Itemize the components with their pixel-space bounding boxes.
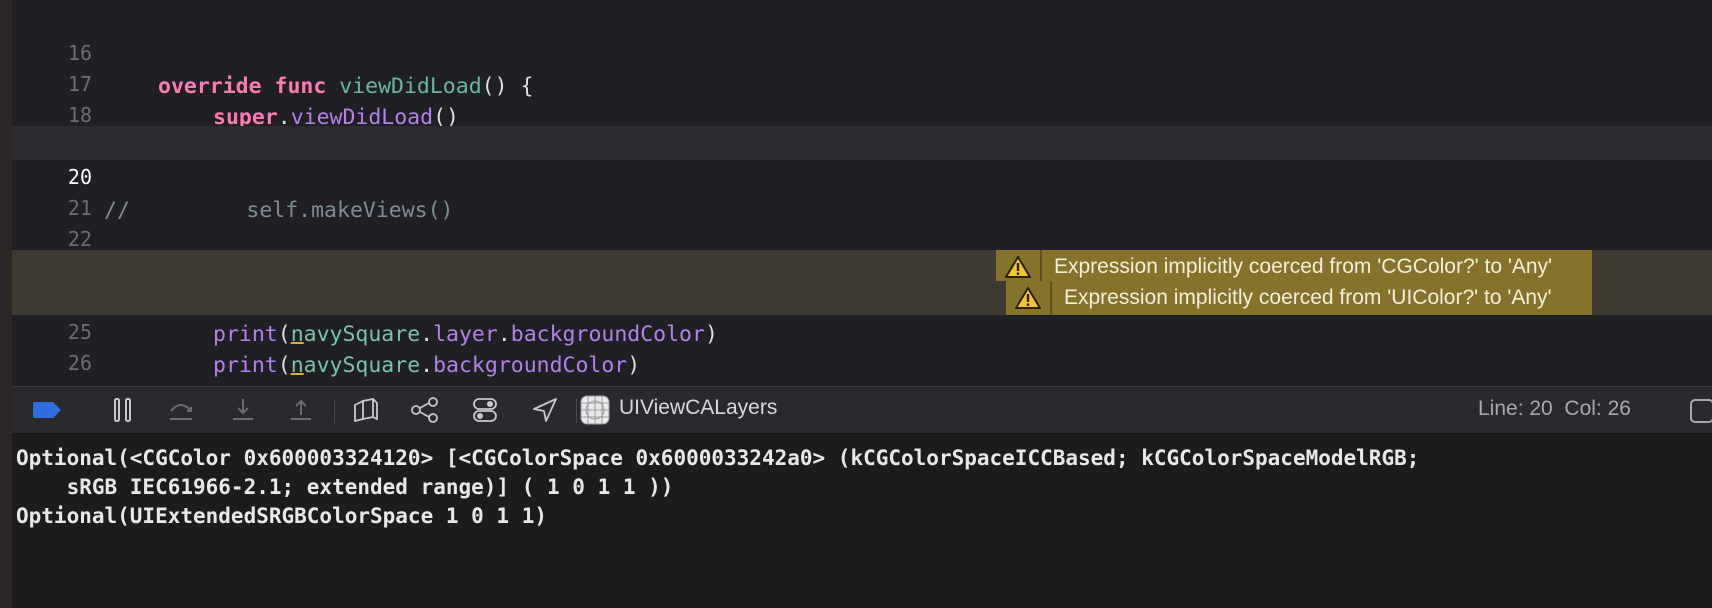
code-line[interactable]: 26 } [12, 312, 1712, 386]
debug-console[interactable]: Optional(<CGColor 0x600003324120> [<CGCo… [12, 434, 1712, 608]
step-into-icon[interactable] [226, 395, 260, 425]
warning-icon [996, 250, 1042, 284]
step-out-icon[interactable] [284, 395, 318, 425]
inline-warning[interactable]: Expression implicitly coerced from 'UICo… [1006, 281, 1592, 315]
console-layout-icon[interactable] [1690, 399, 1712, 423]
console-output: Optional(<CGColor 0x600003324120> [<CGCo… [16, 444, 1419, 531]
warning-message: Expression implicitly coerced from 'UICo… [1064, 286, 1552, 309]
code-line-warning[interactable]: 24 print(navySquare.layer.backgroundColo… [12, 250, 1712, 347]
breakpoints-toggle-icon[interactable] [30, 395, 64, 425]
view-hierarchy-icon[interactable] [348, 395, 382, 425]
pause-icon[interactable] [106, 395, 140, 425]
simulate-location-icon[interactable] [528, 395, 562, 425]
code-line[interactable]: 17 super.viewDidLoad() [12, 33, 1712, 130]
code-line[interactable]: 21 [12, 157, 1712, 220]
cursor-position: Line: 20 Col: 26 [1478, 397, 1631, 420]
memory-graph-icon[interactable] [408, 395, 442, 425]
window-left-edge [0, 0, 12, 608]
separator [576, 399, 577, 423]
code-line-warning[interactable]: 25 print(navySquare.backgroundColor) Exp… [12, 281, 1712, 378]
line-number: 26 [67, 351, 92, 375]
code-text: print(navySquare.backgroundColor) [213, 353, 641, 378]
code-line[interactable]: 23 [12, 219, 1712, 282]
code-line[interactable]: 19 [12, 95, 1712, 158]
environment-overrides-icon[interactable] [468, 395, 502, 425]
warning-icon [1006, 281, 1052, 315]
console-line: Optional(UIExtendedSRGBColorSpace 1 0 1 … [16, 504, 548, 528]
code-line[interactable]: 18 // Do any additional setup after load… [12, 64, 1712, 161]
step-over-icon[interactable] [164, 395, 198, 425]
code-line[interactable]: 22 self.navySquare.backgroundColor = .ma… [12, 188, 1712, 285]
app-target-icon[interactable] [578, 395, 612, 425]
code-line-current[interactable]: 20 // self.makeViews() [12, 126, 1712, 223]
separator [334, 399, 335, 423]
warning-message: Expression implicitly coerced from 'CGCo… [1054, 255, 1553, 278]
code-editor[interactable]: 16 override func viewDidLoad() { 17 supe… [12, 0, 1712, 386]
code-line[interactable]: 16 override func viewDidLoad() { [12, 2, 1712, 99]
inline-warning[interactable]: Expression implicitly coerced from 'CGCo… [996, 250, 1593, 284]
app-target-label[interactable]: UIViewCALayers [619, 396, 777, 420]
console-line: sRGB IEC61966-2.1; extended range)] ( 1 … [16, 475, 674, 499]
console-line: Optional(<CGColor 0x600003324120> [<CGCo… [16, 446, 1420, 470]
debug-bar: UIViewCALayers Line: 20 Col: 26 [12, 386, 1712, 434]
